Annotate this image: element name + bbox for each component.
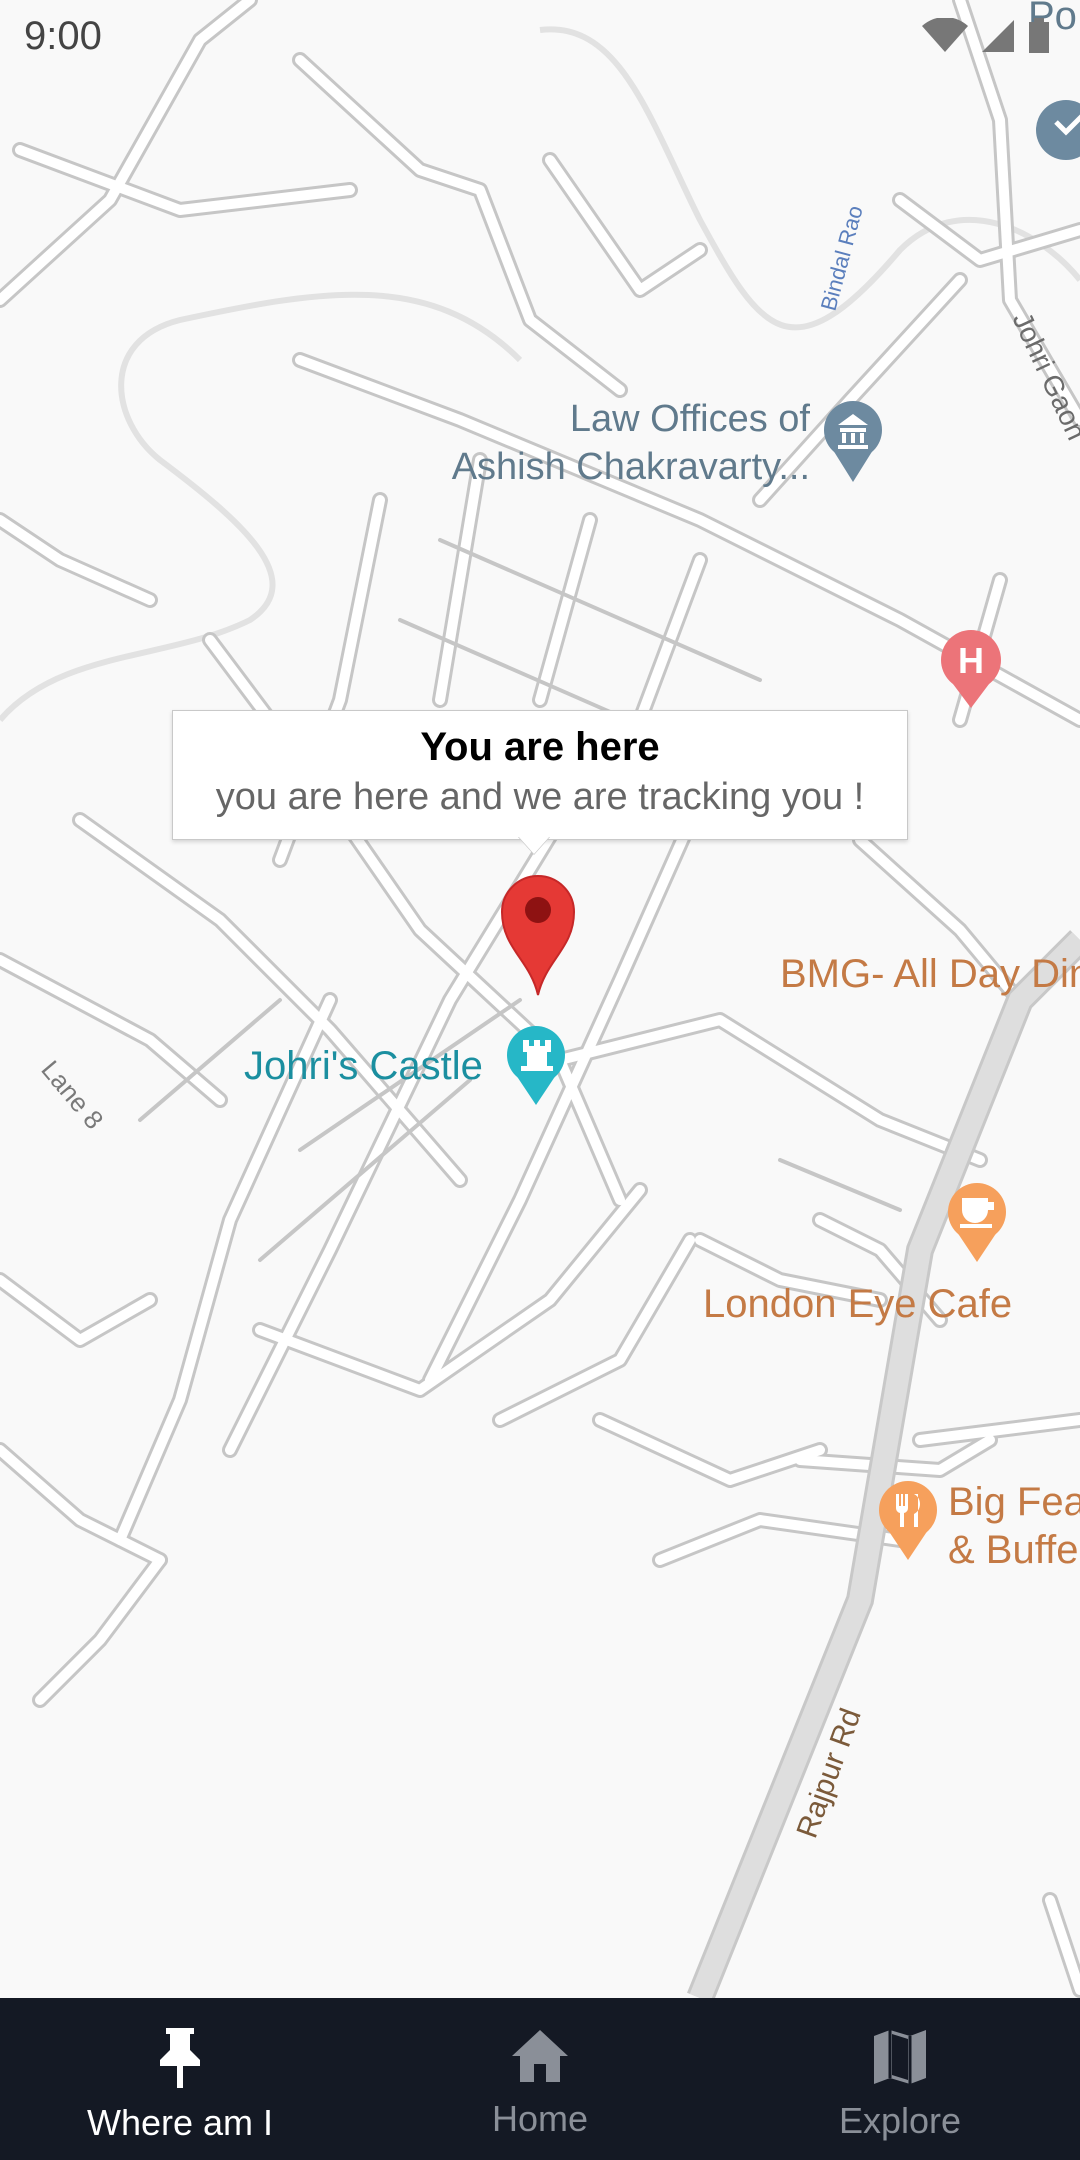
place-label-line: Big Fea <box>948 1480 1080 1524</box>
pin-icon <box>160 2028 200 2088</box>
info-window-subtitle: you are here and we are tracking you ! <box>215 776 865 818</box>
nav-item-explore[interactable]: Explore <box>720 1998 1080 2160</box>
place-label-london-eye-cafe[interactable]: London Eye Cafe <box>703 1282 1012 1327</box>
wifi-icon <box>922 18 968 52</box>
signal-icon <box>982 20 1014 52</box>
place-label-bmg-all-day-diner[interactable]: BMG- All Day Din <box>780 952 1080 997</box>
nav-item-home[interactable]: Home <box>360 1998 720 2160</box>
info-window-pointer <box>518 836 550 854</box>
status-icons <box>922 18 1050 54</box>
status-time: 9:00 <box>24 14 102 58</box>
map-icon <box>874 2030 926 2084</box>
nav-label: Home <box>491 2098 589 2139</box>
place-label-line: Law Offices of <box>569 398 810 440</box>
bottom-navigation: Where am I Home Explore <box>0 1998 1080 2160</box>
place-label-line: & Buffe <box>948 1528 1079 1572</box>
info-window-title: You are here <box>420 725 660 769</box>
place-label-law-offices[interactable]: Law Offices of Ashish Chakravarty... <box>425 395 810 491</box>
place-label-johris-castle[interactable]: Johri's Castle <box>244 1044 483 1089</box>
place-label-big-feast[interactable]: Big Fea & Buffe <box>948 1478 1080 1574</box>
nav-label: Explore <box>838 2100 962 2141</box>
svg-text:H: H <box>958 640 984 681</box>
battery-icon <box>1029 18 1049 53</box>
map-view[interactable]: Bindal Rao Johri Gaon Lane 8 Rajpur Rd H <box>0 0 1080 1998</box>
nav-item-where-am-i[interactable]: Where am I <box>0 1998 360 2160</box>
place-label-line: Ashish Chakravarty... <box>451 446 810 488</box>
nav-label: Where am I <box>86 2102 274 2143</box>
home-icon <box>512 2030 568 2082</box>
location-info-window[interactable]: You are here you are here and we are tra… <box>172 710 908 840</box>
